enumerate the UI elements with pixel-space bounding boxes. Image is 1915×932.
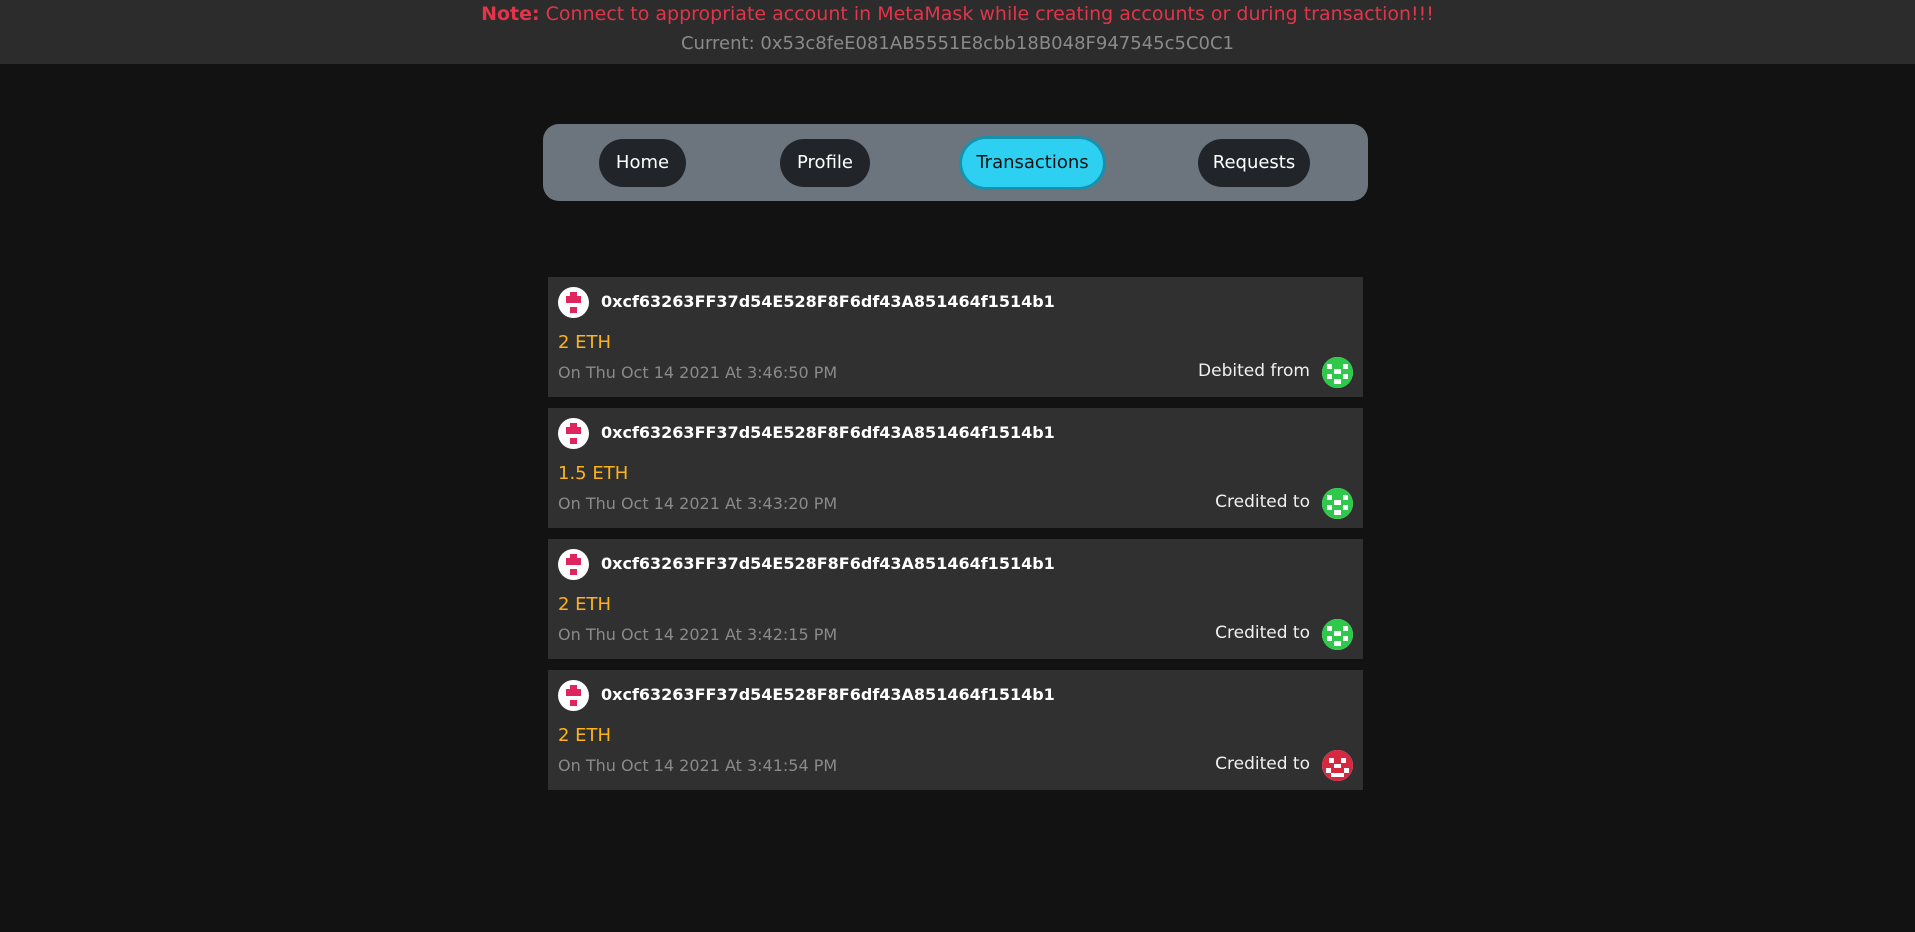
transaction-amount: 2 ETH — [558, 725, 612, 746]
identicon-green-icon — [1322, 357, 1353, 388]
transaction-direction: Credited to — [1215, 754, 1310, 774]
transaction-card: 0xcf63263FF37d54E528F8F6df43A851464f1514… — [548, 539, 1363, 659]
identicon-red-icon — [1322, 750, 1353, 781]
transaction-card: 0xcf63263FF37d54E528F8F6df43A851464f1514… — [548, 408, 1363, 528]
transaction-card: 0xcf63263FF37d54E528F8F6df43A851464f1514… — [548, 670, 1363, 790]
transaction-card: 0xcf63263FF37d54E528F8F6df43A851464f1514… — [548, 277, 1363, 397]
note-text: Connect to appropriate account in MetaMa… — [545, 3, 1434, 25]
note-label: Note: — [481, 3, 540, 25]
transaction-address: 0xcf63263FF37d54E528F8F6df43A851464f1514… — [601, 423, 1055, 442]
transaction-direction: Debited from — [1198, 361, 1310, 381]
transaction-address: 0xcf63263FF37d54E528F8F6df43A851464f1514… — [601, 685, 1055, 704]
identicon-pink-icon — [558, 549, 589, 580]
main-nav: Home Profile Transactions Requests — [543, 124, 1368, 201]
transaction-date: On Thu Oct 14 2021 At 3:42:15 PM — [558, 625, 838, 644]
nav-transactions-button[interactable]: Transactions — [962, 139, 1103, 187]
identicon-pink-icon — [558, 287, 589, 318]
note-banner: Note: Connect to appropriate account in … — [0, 0, 1915, 64]
transaction-list: 0xcf63263FF37d54E528F8F6df43A851464f1514… — [548, 277, 1363, 801]
transaction-direction: Credited to — [1215, 492, 1310, 512]
current-address: 0x53c8feE081AB5551E8cbb18B048F947545c5C0… — [760, 33, 1234, 54]
transaction-amount: 2 ETH — [558, 332, 612, 353]
transaction-date: On Thu Oct 14 2021 At 3:43:20 PM — [558, 494, 838, 513]
identicon-green-icon — [1322, 619, 1353, 650]
metamask-note: Note: Connect to appropriate account in … — [0, 3, 1915, 25]
nav-profile-button[interactable]: Profile — [780, 139, 870, 187]
identicon-pink-icon — [558, 680, 589, 711]
transaction-amount: 1.5 ETH — [558, 463, 629, 484]
transaction-address: 0xcf63263FF37d54E528F8F6df43A851464f1514… — [601, 292, 1055, 311]
transaction-amount: 2 ETH — [558, 594, 612, 615]
transaction-direction: Credited to — [1215, 623, 1310, 643]
nav-requests-button[interactable]: Requests — [1198, 139, 1310, 187]
identicon-pink-icon — [558, 418, 589, 449]
current-account: Current: 0x53c8feE081AB5551E8cbb18B048F9… — [0, 33, 1915, 54]
current-label: Current: — [680, 33, 755, 54]
identicon-green-icon — [1322, 488, 1353, 519]
transaction-date: On Thu Oct 14 2021 At 3:46:50 PM — [558, 363, 838, 382]
transaction-date: On Thu Oct 14 2021 At 3:41:54 PM — [558, 756, 838, 775]
nav-home-button[interactable]: Home — [599, 139, 686, 187]
transaction-address: 0xcf63263FF37d54E528F8F6df43A851464f1514… — [601, 554, 1055, 573]
